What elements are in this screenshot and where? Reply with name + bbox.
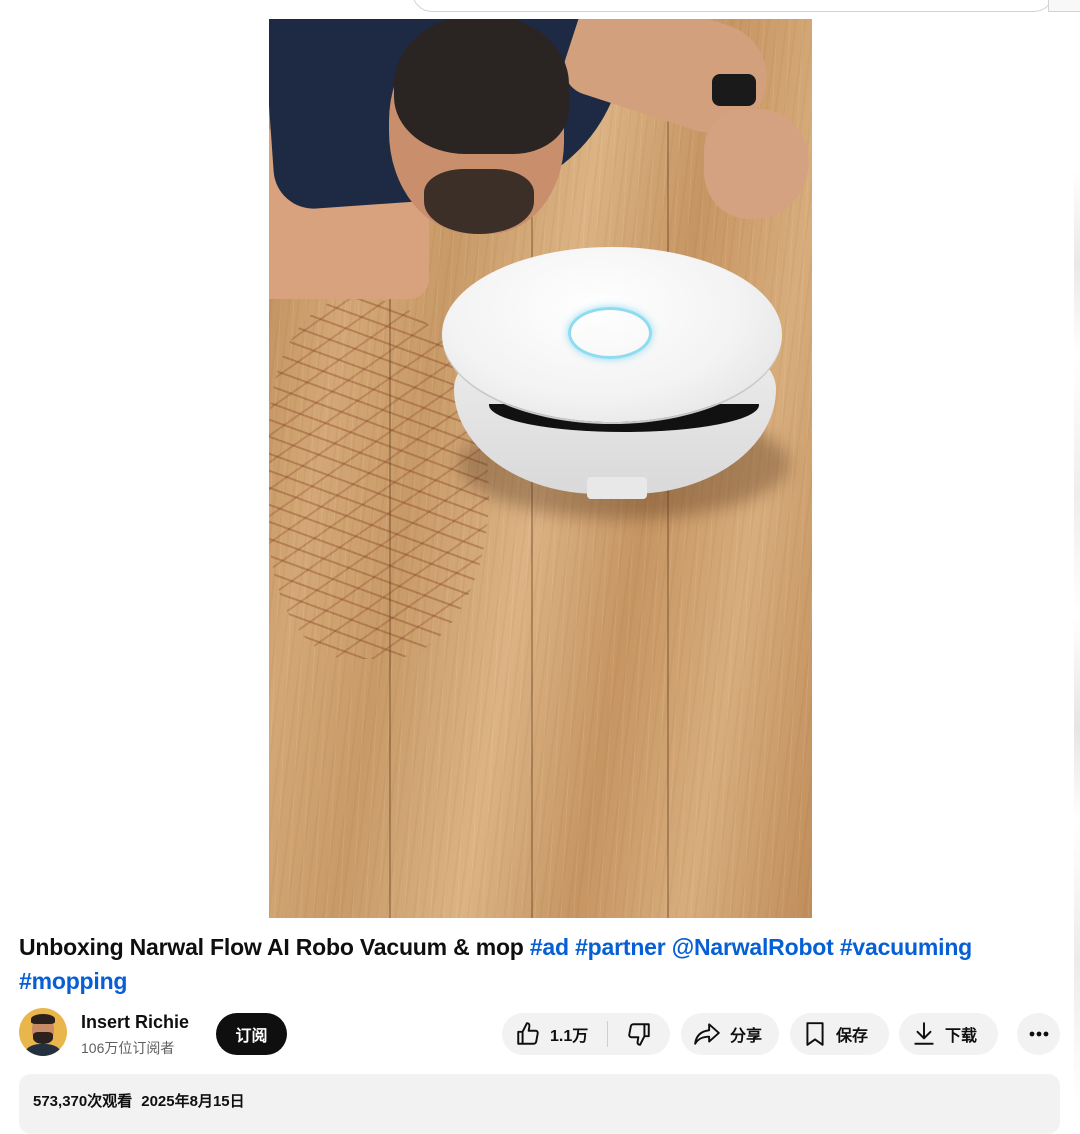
search-bar[interactable]	[412, 0, 1054, 12]
thumbs-up-icon	[517, 1022, 539, 1045]
description-box[interactable]: 573,370次观看 2025年8月15日	[19, 1074, 1060, 1134]
save-label: 保存	[836, 1028, 869, 1045]
dislike-button[interactable]	[608, 1013, 670, 1055]
bookmark-icon	[806, 1022, 824, 1046]
video-title: Unboxing Narwal Flow AI Robo Vacuum & mo…	[19, 930, 1019, 998]
share-button[interactable]: 分享	[681, 1013, 779, 1055]
save-button[interactable]: 保存	[790, 1013, 889, 1055]
hashtag-ad[interactable]: #ad	[530, 934, 569, 960]
wristwatch	[712, 74, 756, 106]
subscriber-count: 106万位订阅者	[81, 1040, 175, 1056]
hashtag-mopping[interactable]: #mopping	[19, 968, 127, 994]
share-label: 分享	[730, 1028, 763, 1045]
upload-date: 2025年8月15日	[141, 1093, 245, 1110]
thumbs-down-icon	[628, 1023, 650, 1046]
robot-front-wheel	[587, 477, 647, 499]
like-dislike-group: 1.1万	[502, 1013, 670, 1055]
avatar[interactable]	[19, 1008, 67, 1056]
share-arrow-icon	[694, 1023, 720, 1045]
person-beard	[424, 169, 534, 234]
subscribe-button[interactable]: 订阅	[216, 1013, 287, 1055]
channel-name[interactable]: Insert Richie	[81, 1012, 189, 1033]
hashtag-partner[interactable]: #partner	[575, 934, 666, 960]
download-icon	[914, 1022, 934, 1045]
download-button[interactable]: 下载	[899, 1013, 998, 1055]
search-button[interactable]	[1048, 0, 1080, 12]
like-button[interactable]: 1.1万	[502, 1013, 607, 1055]
like-count: 1.1万	[550, 1028, 589, 1045]
view-count: 573,370次观看	[33, 1093, 133, 1110]
video-player[interactable]	[269, 19, 812, 918]
download-label: 下载	[945, 1028, 978, 1045]
avatar-shirt	[25, 1044, 61, 1056]
mention-narwalrobot[interactable]: @NarwalRobot	[672, 934, 834, 960]
avatar-beard	[33, 1032, 53, 1044]
recommendations-edge	[1074, 170, 1080, 1100]
video-title-text: Unboxing Narwal Flow AI Robo Vacuum & mo…	[19, 934, 524, 960]
person-hair	[394, 19, 569, 154]
robot-light-ring	[568, 307, 652, 359]
avatar-hair	[31, 1014, 55, 1024]
more-horizontal-icon	[1029, 1031, 1048, 1037]
more-actions-button[interactable]	[1017, 1013, 1060, 1055]
person-hand	[704, 109, 809, 219]
hashtag-vacuuming[interactable]: #vacuuming	[840, 934, 972, 960]
